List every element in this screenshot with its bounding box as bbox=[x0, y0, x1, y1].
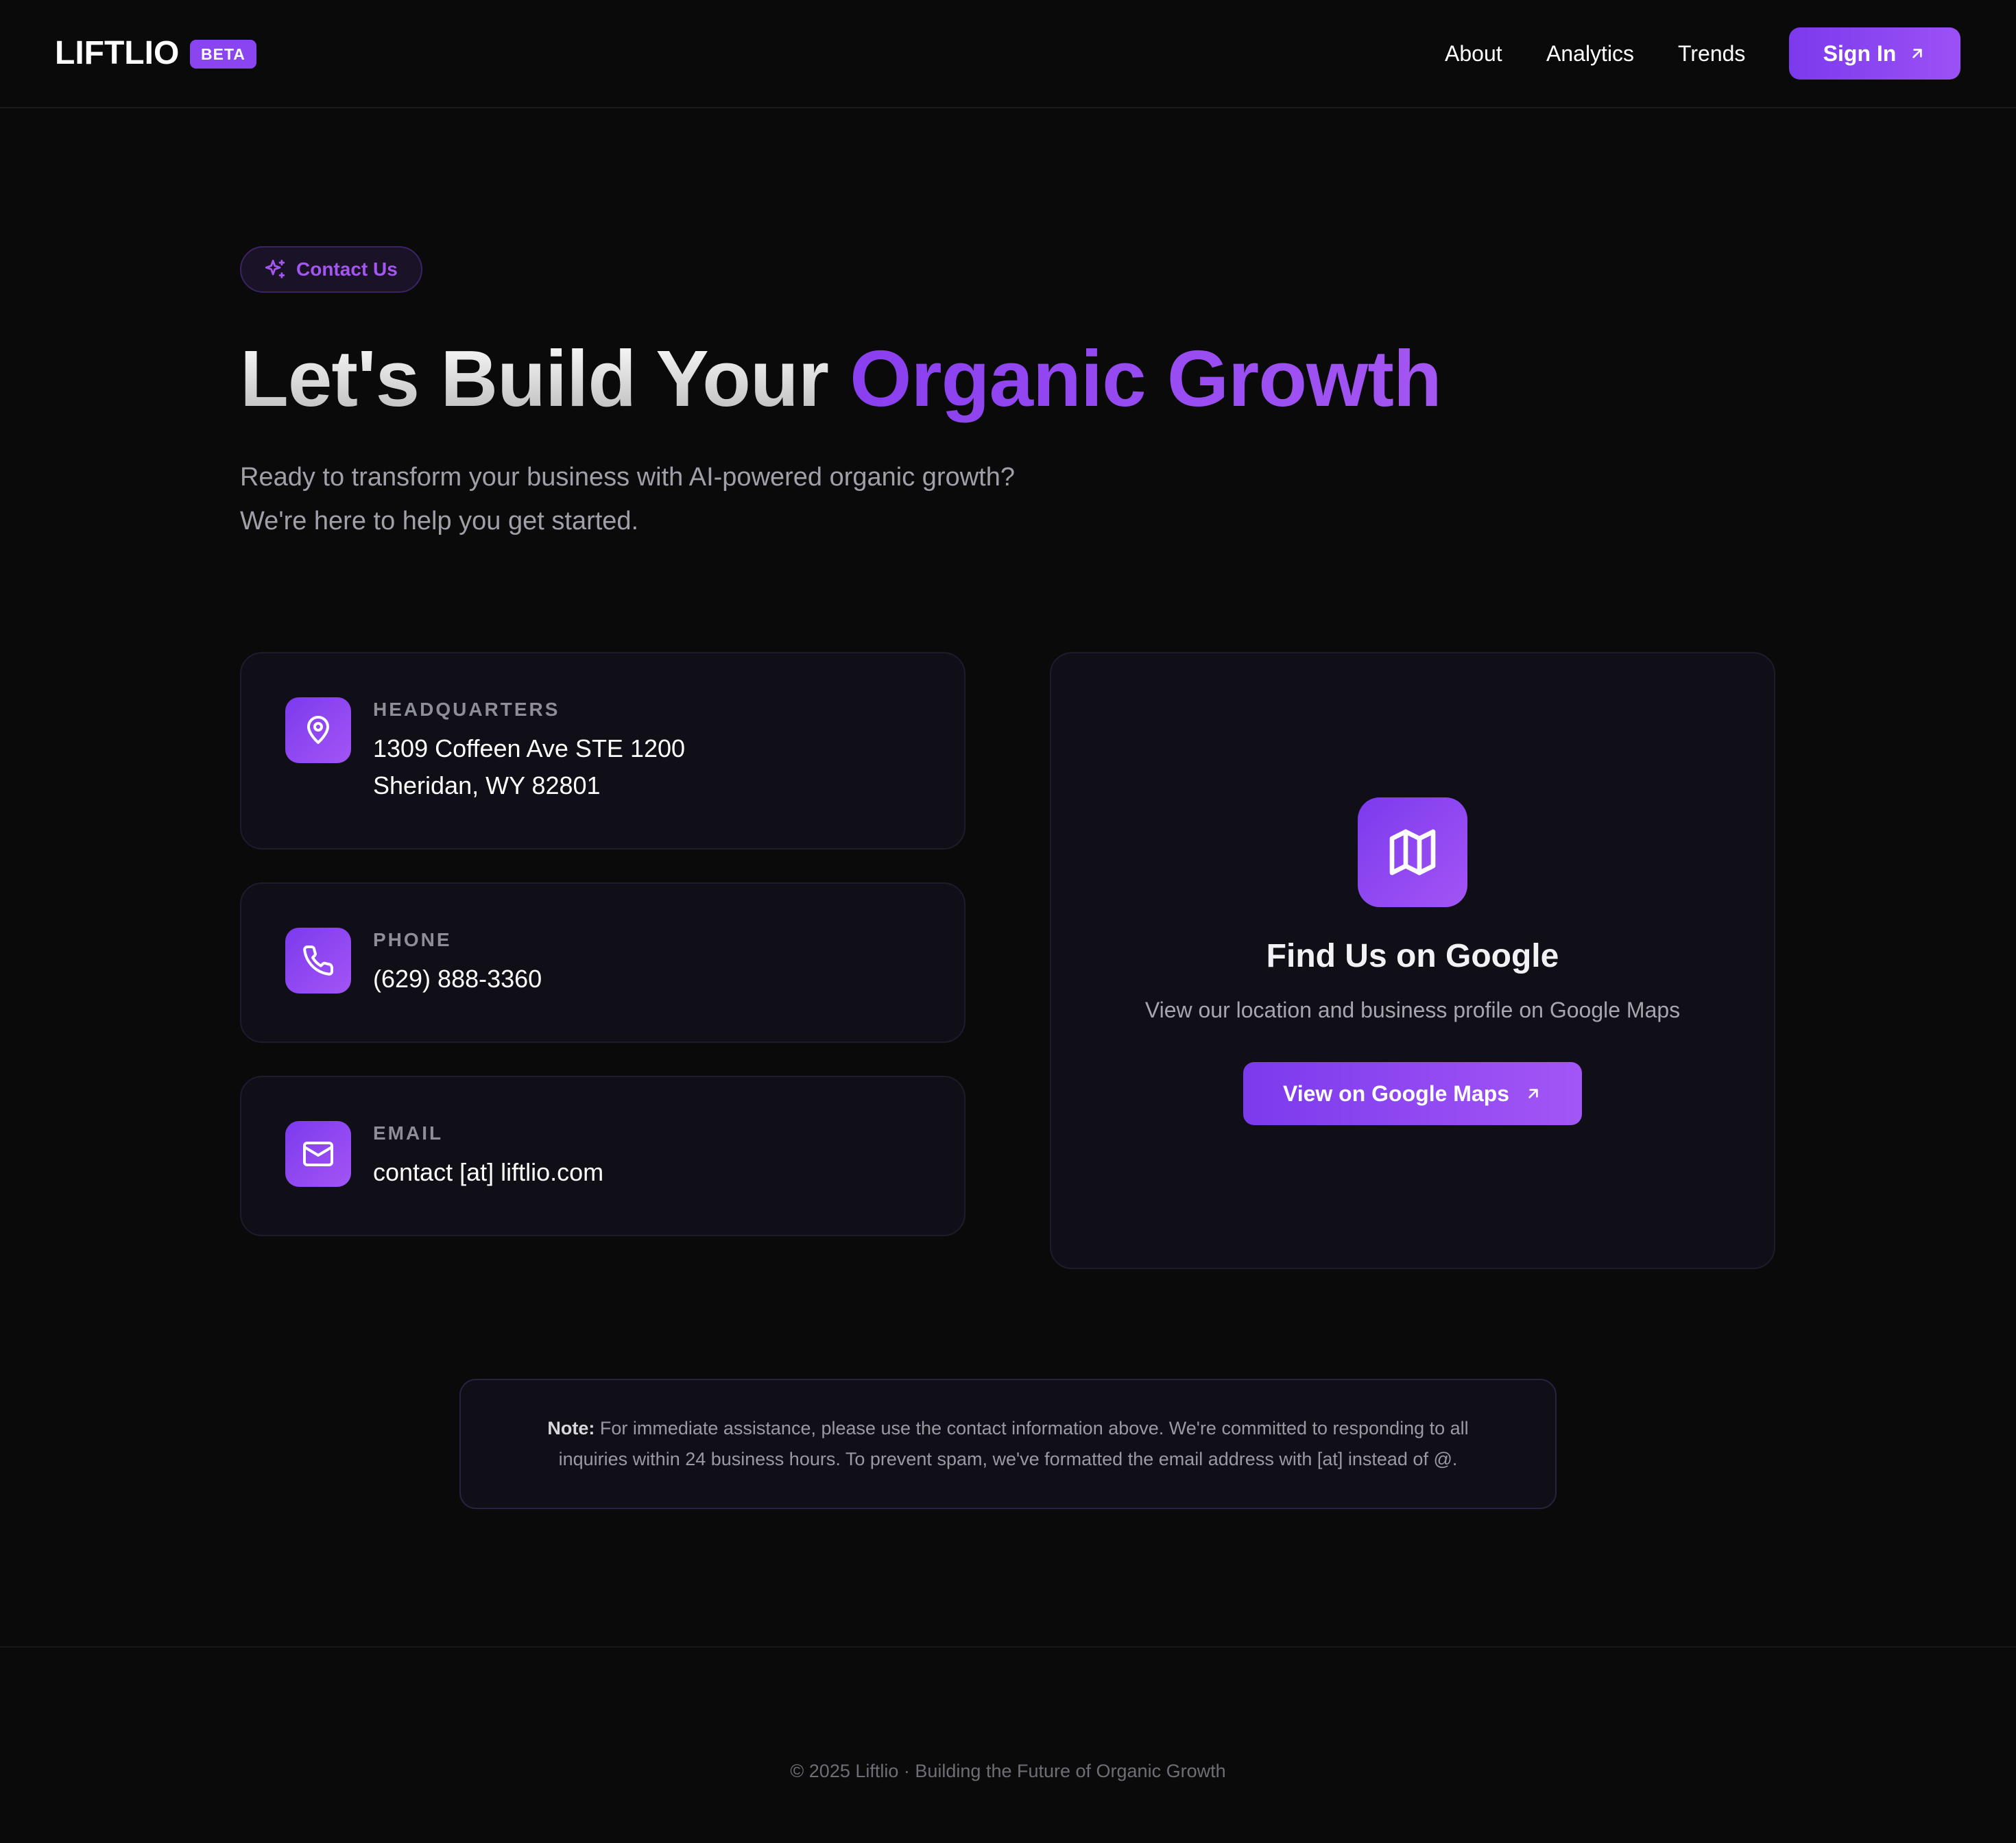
subtitle-line-1: Ready to transform your business with AI… bbox=[240, 463, 1015, 492]
nav-link-analytics[interactable]: Analytics bbox=[1546, 40, 1634, 67]
phone-card: PHONE (629) 888-3360 bbox=[240, 882, 965, 1043]
headquarters-label: HEADQUARTERS bbox=[373, 699, 560, 720]
arrow-up-right-icon bbox=[1912, 49, 1923, 58]
phone-value[interactable]: (629) 888-3360 bbox=[373, 961, 542, 998]
title-part-purple: Organic Growth bbox=[850, 334, 1442, 423]
nav-link-about[interactable]: About bbox=[1445, 40, 1502, 67]
address-line-2: Sheridan, WY 82801 bbox=[373, 771, 601, 799]
hero-subtitle: Ready to transform your business with AI… bbox=[240, 455, 1131, 543]
sparkles-icon bbox=[265, 259, 285, 278]
email-label: EMAIL bbox=[373, 1122, 444, 1144]
footer-text: © 2025 Liftlio · Building the Future of … bbox=[790, 1761, 1226, 1781]
email-card: EMAIL contact [at] liftlio.com bbox=[240, 1076, 965, 1236]
headquarters-card: HEADQUARTERS 1309 Coffeen Ave STE 1200 S… bbox=[240, 652, 965, 850]
phone-label: PHONE bbox=[373, 929, 452, 950]
maps-button-label: View on Google Maps bbox=[1282, 1081, 1510, 1106]
logo[interactable]: LIFTLIO bbox=[55, 33, 179, 74]
map-pin-icon bbox=[285, 697, 351, 763]
phone-icon bbox=[285, 928, 351, 993]
note-text: Note: For immediate assistance, please u… bbox=[523, 1413, 1493, 1475]
map-icon bbox=[1358, 797, 1467, 907]
sign-in-label: Sign In bbox=[1823, 40, 1897, 66]
note-body: For immediate assistance, please use the… bbox=[558, 1418, 1469, 1469]
beta-badge: BETA bbox=[190, 40, 256, 69]
nav-link-trends[interactable]: Trends bbox=[1678, 40, 1745, 67]
title-part-white: Let's Build Your bbox=[240, 334, 850, 423]
mail-icon bbox=[285, 1121, 351, 1187]
top-navbar: LIFTLIO BETA About Analytics Trends Sign… bbox=[0, 0, 2016, 108]
address-line-1: 1309 Coffeen Ave STE 1200 bbox=[373, 734, 686, 762]
email-value[interactable]: contact [at] liftlio.com bbox=[373, 1154, 603, 1191]
subtitle-line-2: We're here to help you get started. bbox=[240, 507, 639, 535]
footer-divider bbox=[0, 1646, 2016, 1648]
map-card-subtitle: View our location and business profile o… bbox=[1144, 998, 1681, 1022]
arrow-up-right-icon bbox=[1528, 1089, 1538, 1098]
pill-label: Contact Us bbox=[296, 258, 398, 280]
contact-us-pill: Contact Us bbox=[240, 246, 422, 293]
note-prefix: Note: bbox=[547, 1418, 595, 1438]
map-card-title: Find Us on Google bbox=[1266, 938, 1559, 974]
google-maps-card: Find Us on Google View our location and … bbox=[1050, 652, 1775, 1269]
sign-in-button[interactable]: Sign In bbox=[1789, 27, 1960, 80]
page-title: Let's Build Your Organic Growth bbox=[240, 330, 1442, 426]
note-box: Note: For immediate assistance, please u… bbox=[459, 1379, 1557, 1509]
view-on-google-maps-button[interactable]: View on Google Maps bbox=[1243, 1062, 1582, 1125]
